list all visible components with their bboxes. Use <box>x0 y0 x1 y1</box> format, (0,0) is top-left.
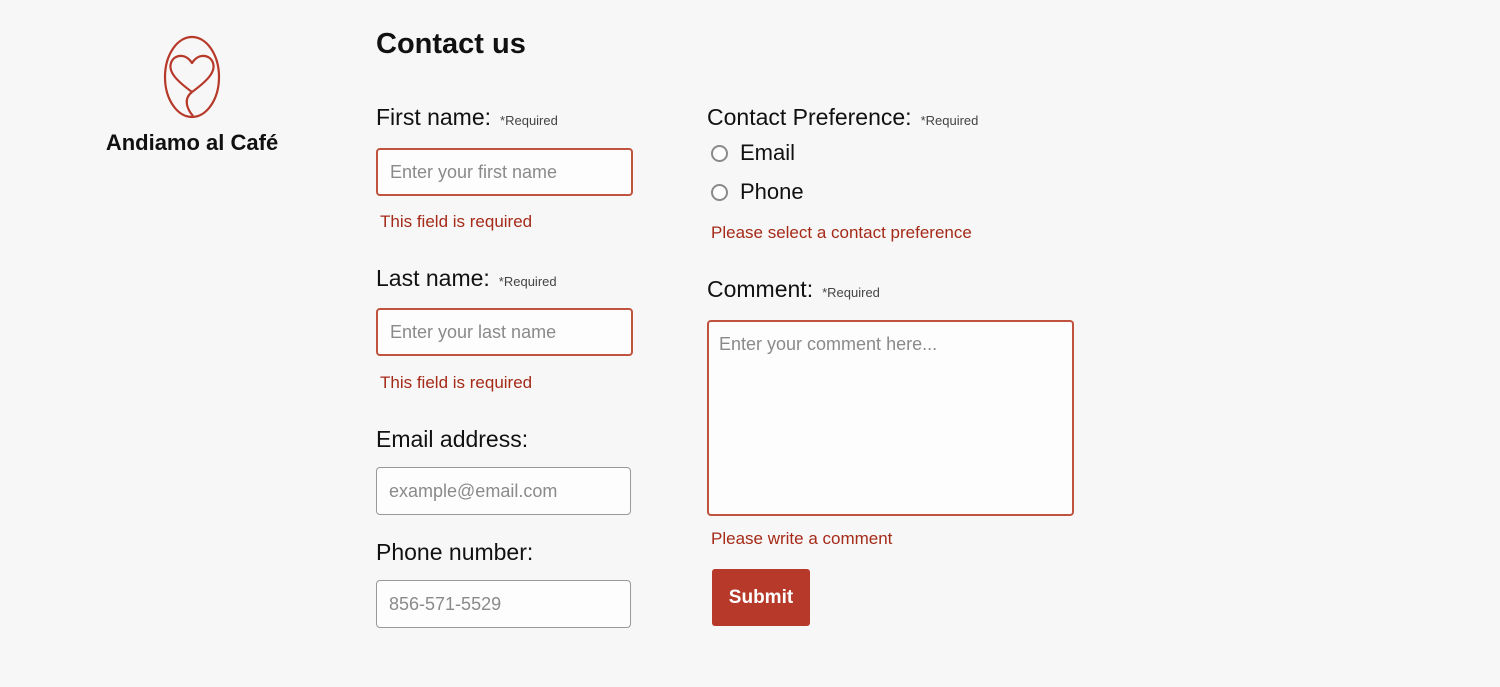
last-name-input[interactable] <box>376 308 633 356</box>
radio-button-icon[interactable] <box>711 183 728 201</box>
radio-option-label: Phone <box>740 179 804 204</box>
first-name-label-text: First name: <box>376 104 492 130</box>
phone-label: Phone number: <box>376 539 534 565</box>
comment-label: Comment: *Required <box>707 276 880 303</box>
required-marker: *Required <box>822 285 880 300</box>
last-name-label: Last name: *Required <box>376 265 557 292</box>
required-marker: *Required <box>500 113 558 128</box>
page-title: Contact us <box>376 28 526 60</box>
first-name-label: First name: *Required <box>376 104 558 131</box>
radio-button-icon[interactable] <box>711 144 728 162</box>
required-marker: *Required <box>920 113 979 128</box>
email-input[interactable] <box>376 467 631 515</box>
first-name-error: This field is required <box>380 212 533 231</box>
radio-option-label: Email <box>740 140 796 165</box>
email-label: Email address: <box>376 426 529 452</box>
contact-preference-label: Contact Preference: *Required <box>707 104 978 131</box>
contact-preference-email-option[interactable]: Email <box>711 140 795 166</box>
first-name-input[interactable] <box>376 148 633 196</box>
comment-label-text: Comment: <box>707 276 814 302</box>
contact-preference-phone-option[interactable]: Phone <box>711 179 804 205</box>
last-name-error: This field is required <box>380 373 533 392</box>
phone-input[interactable] <box>376 580 631 628</box>
required-marker: *Required <box>498 274 557 289</box>
submit-button[interactable]: Submit <box>712 569 810 626</box>
contact-preference-label-text: Contact Preference: <box>707 104 912 130</box>
contact-preference-error: Please select a contact preference <box>711 223 972 242</box>
comment-error: Please write a comment <box>711 529 893 548</box>
brand[interactable]: Andiamo al Café <box>92 34 292 156</box>
last-name-label-text: Last name: <box>376 265 490 291</box>
brand-name: Andiamo al Café <box>105 130 279 155</box>
comment-textarea[interactable] <box>707 320 1074 516</box>
heart-coffee-bean-icon <box>163 35 221 119</box>
